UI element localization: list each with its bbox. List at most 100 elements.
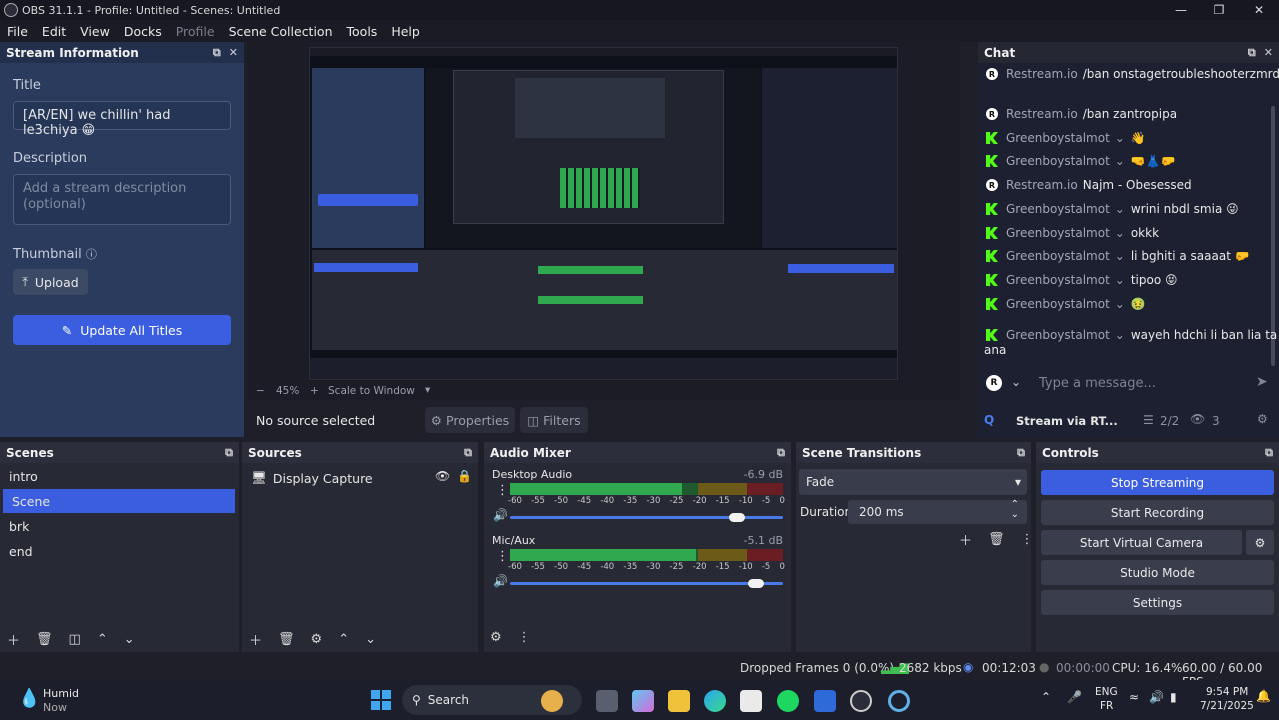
clock-date[interactable]: 7/21/2025 [1200,700,1254,712]
obs-taskbar-icon[interactable] [850,690,872,712]
chevron-down-icon[interactable]: ⌄ [1115,131,1125,145]
chevron-down-icon[interactable]: ⌄ [1115,328,1125,342]
eye-icon[interactable]: 👁 [435,469,450,483]
minimize-button[interactable]: — [1162,0,1200,20]
trash-icon[interactable]: 🗑 [278,632,295,647]
float-icon[interactable]: ⧉ [1248,46,1256,60]
float-icon[interactable]: ⧉ [213,46,221,60]
menu-scene-collection[interactable]: Scene Collection [229,24,333,39]
gear-icon[interactable]: ⚙ [311,632,323,647]
chat-username[interactable]: Greenboystalmot [1006,328,1110,342]
spotify-icon[interactable] [777,690,799,712]
start-recording-button[interactable]: Start Recording [1041,500,1274,525]
volume-slider-knob[interactable] [729,513,745,522]
notification-bell-icon[interactable]: 🔔 [1256,689,1271,703]
menu-tools[interactable]: Tools [347,24,378,39]
filters-button[interactable]: ◫ Filters [520,407,588,433]
chevron-down-icon[interactable]: ⌄ [1115,202,1125,216]
chat-username[interactable]: Restream.io [1006,67,1078,81]
scene-item-scene[interactable]: Scene [3,489,235,513]
speaker-icon[interactable]: 🔊 [493,574,508,588]
float-icon[interactable]: ⧉ [225,446,233,460]
chevron-up-icon[interactable]: ⌃ [338,632,349,647]
maximize-button[interactable]: ❐ [1200,0,1238,20]
virtual-camera-settings-button[interactable]: ⚙ [1246,530,1274,555]
chevron-down-icon[interactable]: ⌄ [1011,375,1021,389]
language-bottom[interactable]: FR [1100,700,1113,712]
description-input[interactable]: Add a stream description (optional) [13,174,231,225]
volume-slider-knob[interactable] [748,579,764,588]
battery-icon[interactable]: ▮ [1170,690,1177,704]
title-input[interactable]: [AR/EN] we chillin' had le3chiya 😁 [13,101,231,138]
restream-taskbar-icon[interactable] [888,690,910,712]
scene-item-intro[interactable]: intro [0,464,239,488]
chat-username[interactable]: Greenboystalmot [1006,273,1110,287]
lock-icon[interactable]: 🔒 [457,469,472,483]
chevron-down-icon[interactable]: ⌄ [1115,297,1125,311]
float-icon[interactable]: ⧉ [777,446,785,460]
chat-username[interactable]: Greenboystalmot [1006,249,1110,263]
scene-item-brk[interactable]: brk [0,514,239,538]
scene-item-end[interactable]: end [0,539,239,563]
windows-start-icon[interactable] [371,690,391,710]
duration-input[interactable]: 200 ms ⌃ ⌄ [848,499,1027,524]
copilot-art-icon[interactable] [541,690,563,712]
transition-select[interactable]: Fade ▾ [799,469,1027,495]
speaker-icon[interactable]: 🔊 [493,508,508,522]
close-window-button[interactable]: ✕ [1240,0,1278,20]
update-all-titles-button[interactable]: ✎ Update All Titles [13,315,231,345]
float-icon[interactable]: ⧉ [1017,446,1025,460]
add-icon[interactable]: ＋ [7,630,20,649]
store-icon[interactable] [740,690,762,712]
volume-slider[interactable] [510,582,783,585]
chat-username[interactable]: Greenboystalmot [1006,202,1110,216]
trash-icon[interactable]: 🗑 [36,632,53,647]
chevron-down-icon[interactable]: ⌄ [124,632,135,647]
chat-username[interactable]: Greenboystalmot [1006,131,1110,145]
chevron-down-icon[interactable]: ⌄ [1115,226,1125,240]
float-icon[interactable]: ⧉ [464,446,472,460]
send-icon[interactable]: ➤ [1256,374,1268,390]
settings-button[interactable]: Settings [1041,590,1274,615]
more-icon[interactable]: ⋮ [1021,532,1034,547]
preview-canvas[interactable] [309,47,898,380]
mixer-settings-icon[interactable]: ⚙ [490,630,502,645]
edge-icon[interactable] [704,690,726,712]
upload-button[interactable]: ⤒ Upload [13,269,88,295]
add-icon[interactable]: ＋ [959,530,972,549]
close-icon[interactable]: ✕ [1264,46,1273,60]
chevron-up-icon[interactable]: ⌃ [1041,690,1051,704]
stop-streaming-button[interactable]: Stop Streaming [1041,470,1274,495]
menu-help[interactable]: Help [391,24,420,39]
menu-file[interactable]: File [7,24,28,39]
menu-view[interactable]: View [80,24,110,39]
add-icon[interactable]: ＋ [249,630,262,649]
chat-username[interactable]: Restream.io [1006,107,1078,121]
chat-username[interactable]: Restream.io [1006,178,1078,192]
scale-mode-select[interactable]: Scale to Window [328,385,415,397]
start-virtual-camera-button[interactable]: Start Virtual Camera [1041,530,1242,555]
task-view-icon[interactable] [596,690,618,712]
chat-username[interactable]: Greenboystalmot [1006,297,1110,311]
filter-icon[interactable]: ◫ [69,632,81,647]
trash-icon[interactable]: 🗑 [988,532,1005,547]
chat-scrollbar[interactable] [1271,106,1275,366]
chevron-down-icon[interactable]: ⌄ [365,632,376,647]
copilot-icon[interactable] [632,690,654,712]
zoom-out-button[interactable]: − [256,385,265,397]
gear-icon[interactable]: ⚙ [1257,412,1268,426]
properties-button[interactable]: ⚙ Properties [425,407,515,433]
chevron-down-icon[interactable]: ⌄ [1115,273,1125,287]
clock-time[interactable]: 9:54 PM [1206,686,1248,698]
menu-edit[interactable]: Edit [42,24,66,39]
spin-down-icon[interactable]: ⌄ [1011,509,1019,520]
stream-via-label[interactable]: Stream via RT... [1016,414,1118,428]
menu-docks[interactable]: Docks [124,24,162,39]
chat-username[interactable]: Greenboystalmot [1006,154,1110,168]
chat-message-input[interactable]: Type a message... [1039,376,1156,391]
menu-profile[interactable]: Profile [176,24,215,39]
chevron-down-icon[interactable]: ⌄ [1115,154,1125,168]
chevron-up-icon[interactable]: ⌃ [97,632,108,647]
studio-mode-button[interactable]: Studio Mode [1041,560,1274,585]
more-icon[interactable]: ⋮ [518,630,531,645]
